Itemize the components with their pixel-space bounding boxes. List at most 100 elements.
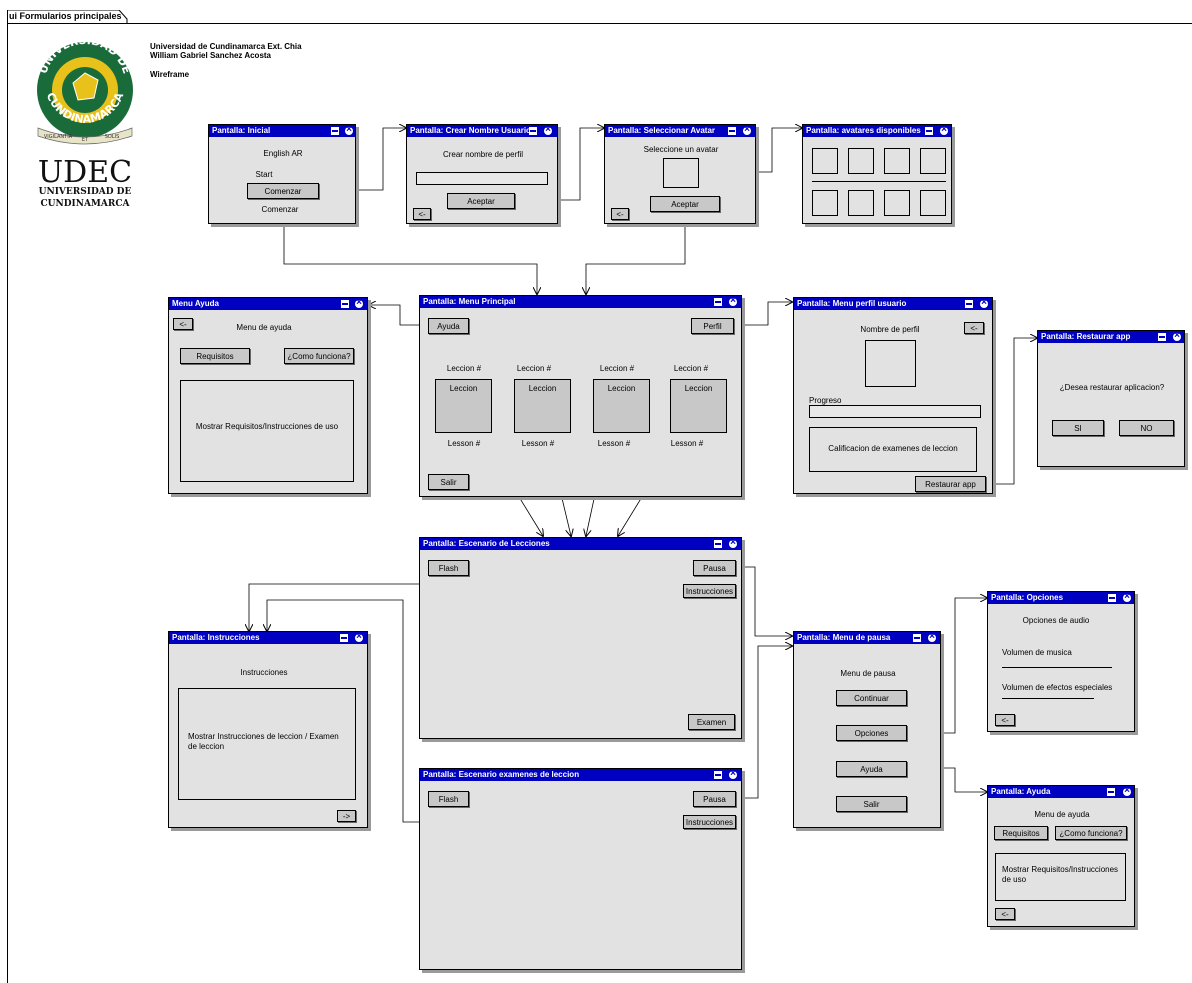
minimize-icon[interactable] [913, 634, 921, 642]
close-icon[interactable] [729, 768, 737, 779]
back-button[interactable]: <- [995, 714, 1015, 726]
close-icon[interactable] [345, 124, 353, 135]
flash-button[interactable]: Flash [428, 560, 469, 576]
minimize-icon[interactable] [340, 634, 348, 642]
window-examenes-titlebar: Pantalla: Escenario examenes de leccion [420, 769, 741, 781]
effects-volume-label: Volumen de efectos especiales [1002, 683, 1113, 692]
avatar-option[interactable] [848, 190, 874, 216]
close-icon[interactable] [980, 297, 988, 308]
back-button[interactable]: <- [995, 908, 1015, 920]
lesson-card[interactable]: Leccion [670, 379, 727, 433]
no-button[interactable]: NO [1119, 420, 1174, 436]
minimize-icon[interactable] [728, 127, 736, 135]
avatar-option[interactable] [884, 148, 910, 174]
como-funciona-button[interactable]: ¿Como funciona? [1055, 826, 1127, 840]
window-avatares-disponibles: Pantalla: avatares disponibles [802, 124, 952, 224]
pausa-button[interactable]: Pausa [693, 791, 736, 807]
lesson-subtitle: Lesson # [521, 439, 555, 448]
minimize-icon[interactable] [529, 127, 537, 135]
continuar-button[interactable]: Continuar [836, 690, 907, 706]
close-icon[interactable] [729, 537, 737, 548]
minimize-icon[interactable] [965, 300, 973, 308]
avatar-option[interactable] [884, 190, 910, 216]
window-restaurar-app: Pantalla: Restaurar app ¿Desea restaurar… [1037, 330, 1185, 467]
close-icon[interactable] [355, 631, 363, 642]
window-inicial: Pantalla: Inicial English AR Start Comen… [208, 124, 356, 224]
minimize-icon[interactable] [925, 127, 933, 135]
window-crear-nombre: Pantalla: Crear Nombre Usuario Crear nom… [406, 124, 558, 224]
effects-volume-slider[interactable] [1002, 698, 1094, 699]
requisitos-button[interactable]: Requisitos [180, 348, 250, 364]
back-button[interactable]: <- [964, 322, 984, 334]
salir-button[interactable]: Salir [428, 474, 469, 490]
progress-bar [809, 405, 981, 418]
minimize-icon[interactable] [714, 298, 722, 306]
profile-name-input[interactable] [416, 172, 548, 185]
back-button[interactable]: <- [413, 208, 431, 220]
restaurar-button[interactable]: Restaurar app [915, 476, 986, 492]
close-icon[interactable] [1123, 591, 1131, 602]
minimize-icon[interactable] [1107, 788, 1115, 796]
back-button[interactable]: <- [611, 208, 629, 220]
comenzar-caption: Comenzar [261, 205, 299, 214]
close-icon[interactable] [544, 124, 552, 135]
music-volume-slider[interactable] [1002, 667, 1112, 668]
como-funciona-button[interactable]: ¿Como funciona? [284, 348, 354, 364]
minimize-icon[interactable] [341, 300, 349, 308]
lesson-card[interactable]: Leccion [593, 379, 650, 433]
opciones-button[interactable]: Opciones [836, 725, 907, 741]
lesson-title: Leccion # [446, 364, 482, 373]
lesson-card[interactable]: Leccion [514, 379, 571, 433]
pausa-button[interactable]: Pausa [693, 560, 736, 576]
aceptar-button[interactable]: Aceptar [650, 196, 720, 212]
examen-button[interactable]: Examen [688, 714, 735, 730]
ayuda2-content-text: Mostrar Requisitos/Instrucciones de uso [1002, 865, 1119, 884]
avatar-slot[interactable] [663, 158, 699, 188]
window-opciones: Pantalla: Opciones Opciones de audio Vol… [987, 591, 1135, 732]
salir-button[interactable]: Salir [836, 796, 907, 812]
minimize-icon[interactable] [714, 540, 722, 548]
restore-question: ¿Desea restaurar aplicacion? [1059, 383, 1165, 392]
close-icon[interactable] [729, 295, 737, 306]
close-icon[interactable] [1123, 785, 1131, 796]
close-icon[interactable] [1173, 330, 1181, 341]
opciones-heading: Opciones de audio [1022, 616, 1090, 625]
window-instrucciones: Pantalla: Instrucciones Instrucciones Mo… [168, 631, 368, 828]
minimize-icon[interactable] [331, 127, 339, 135]
instrucciones-heading: Instrucciones [240, 668, 288, 677]
minimize-icon[interactable] [1158, 333, 1166, 341]
ayuda-button[interactable]: Ayuda [836, 761, 907, 777]
ayuda-content-text: Mostrar Requisitos/Instrucciones de uso [195, 422, 339, 431]
instrucciones-button[interactable]: Instrucciones [683, 584, 736, 598]
si-button[interactable]: SI [1052, 420, 1104, 436]
avatar-option[interactable] [920, 190, 946, 216]
crear-label: Crear nombre de perfil [442, 150, 524, 159]
close-icon[interactable] [928, 631, 936, 642]
avatar-option[interactable] [920, 148, 946, 174]
minimize-icon[interactable] [1108, 594, 1116, 602]
close-icon[interactable] [940, 124, 948, 135]
ayuda-button[interactable]: Ayuda [428, 318, 469, 334]
comenzar-button[interactable]: Comenzar [247, 183, 319, 199]
avatar-option[interactable] [848, 148, 874, 174]
requisitos-button[interactable]: Requisitos [994, 826, 1048, 840]
window-perfil-usuario: Pantalla: Menu perfil usuario Nombre de … [793, 297, 993, 494]
profile-avatar [865, 340, 916, 387]
pausa-heading: Menu de pausa [840, 669, 896, 678]
lesson-subtitle: Lesson # [447, 439, 481, 448]
start-label: Start [255, 170, 273, 179]
instrucciones-button[interactable]: Instrucciones [683, 815, 736, 829]
next-button[interactable]: -> [337, 810, 356, 822]
music-volume-label: Volumen de musica [1002, 648, 1072, 657]
minimize-icon[interactable] [714, 771, 722, 779]
avatar-option[interactable] [812, 190, 838, 216]
avatar-option[interactable] [812, 148, 838, 174]
flash-button[interactable]: Flash [428, 791, 469, 807]
avatar-label: Seleccione un avatar [643, 145, 719, 154]
perfil-button[interactable]: Perfil [691, 318, 734, 334]
aceptar-button[interactable]: Aceptar [447, 193, 515, 209]
lesson-card[interactable]: Leccion [435, 379, 492, 433]
close-icon[interactable] [743, 124, 751, 135]
close-icon[interactable] [355, 297, 363, 308]
window-menu-titlebar: Pantalla: Menu Principal [420, 296, 741, 308]
